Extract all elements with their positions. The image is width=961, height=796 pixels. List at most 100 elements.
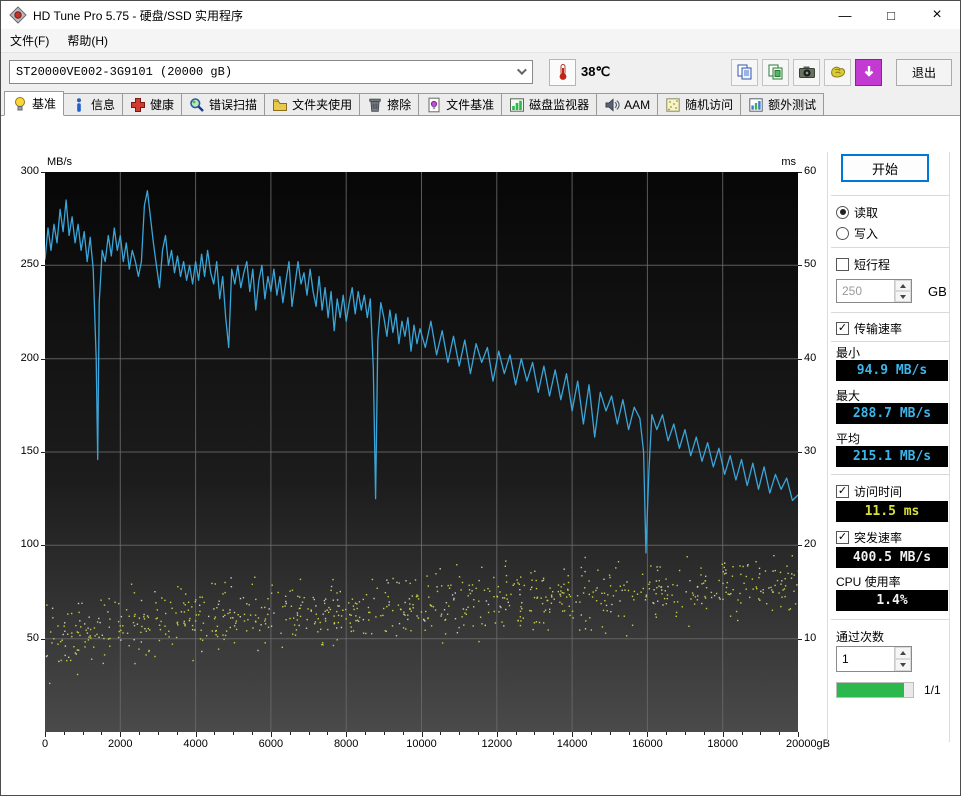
transfer-rate-checkbox[interactable]: ✓ 传输速率: [836, 319, 949, 337]
menu-file[interactable]: 文件(F): [1, 29, 58, 52]
copy-image-button[interactable]: [762, 58, 789, 86]
download-arrow-icon: [864, 66, 873, 77]
separator: [831, 619, 949, 620]
maximize-button[interactable]: □: [868, 1, 914, 29]
minimize-button[interactable]: —: [822, 1, 868, 29]
screenshot-button[interactable]: [793, 58, 820, 86]
axis-tick: [402, 732, 404, 735]
axis-tick: [515, 732, 517, 735]
max-value-display: 288.7 MB/s: [836, 403, 948, 424]
copy-image-icon: [768, 64, 782, 80]
pass-count-value: 1: [842, 652, 849, 666]
axis-tick: [41, 358, 45, 360]
tab-error-scan[interactable]: 错误扫描: [181, 93, 266, 115]
panel-divider: [827, 152, 828, 742]
axis-tick: [703, 732, 705, 735]
pass-count-input[interactable]: 1: [836, 646, 912, 672]
drive-selector[interactable]: ST20000VE002-3G9101 (20000 gB): [9, 60, 533, 84]
magnifier-icon: [190, 97, 204, 112]
close-button[interactable]: ×: [914, 1, 960, 29]
access-time-checkbox[interactable]: ✓ 访问时间: [836, 482, 949, 500]
spinner-arrows[interactable]: [894, 280, 911, 302]
start-button[interactable]: 开始: [841, 154, 929, 182]
tab-file-benchmark[interactable]: 文件基准: [418, 93, 503, 115]
cpu-usage-label: CPU 使用率: [836, 574, 901, 589]
axis-tick: [798, 265, 802, 267]
tab-erase[interactable]: 擦除: [359, 93, 420, 115]
axis-tick: [798, 732, 799, 737]
axis-tick: [609, 732, 611, 735]
right-axis-tick-label: 10: [804, 631, 817, 644]
menu-help[interactable]: 帮助(H): [58, 29, 117, 52]
left-axis-tick-label: 200: [20, 351, 39, 364]
spinner-arrows[interactable]: [894, 647, 911, 671]
axis-tick: [798, 638, 802, 640]
window-title: HD Tune Pro 5.75 - 硬盘/SSD 实用程序: [33, 8, 244, 23]
donate-button[interactable]: [824, 58, 851, 86]
read-radio-label: 读取: [854, 205, 879, 220]
arrow-down-icon: [900, 663, 906, 667]
tab-extra-tests[interactable]: 额外测试: [740, 93, 825, 115]
tab-disk-monitor[interactable]: 磁盘监视器: [501, 93, 598, 115]
right-axis-tick-label: 50: [804, 258, 817, 271]
progress-label: 1/1: [924, 683, 941, 697]
axis-tick: [233, 732, 235, 735]
write-radio-label: 写入: [854, 226, 879, 241]
checkbox-checked-icon: ✓: [836, 484, 849, 498]
tab-label: AAM: [624, 97, 651, 112]
tab-info[interactable]: 信息: [63, 93, 124, 115]
checkbox-checked-icon: ✓: [836, 321, 849, 335]
tab-random-access[interactable]: 随机访问: [657, 93, 742, 115]
pass-count-label: 通过次数: [836, 629, 885, 644]
write-radio[interactable]: 写入: [836, 224, 949, 242]
axis-tick: [82, 732, 84, 735]
left-axis-unit: MB/s: [47, 156, 73, 168]
axis-tick: [440, 732, 442, 735]
axis-tick: [590, 732, 592, 735]
tab-health[interactable]: 健康: [122, 93, 183, 115]
control-panel: 开始 读取 写入 短行程 250 GB ✓ 传输速率 最小 94.9 MB/s …: [831, 152, 949, 698]
axis-tick: [477, 732, 479, 735]
short-stroke-checkbox[interactable]: 短行程: [836, 255, 949, 273]
spin-up-button[interactable]: [895, 280, 911, 291]
tab-label: 文件夹使用: [292, 98, 353, 112]
tab-aam[interactable]: AAM: [596, 93, 659, 115]
tab-folder-usage[interactable]: 文件夹使用: [264, 93, 361, 115]
max-label: 最大: [836, 388, 861, 403]
axis-tick: [365, 732, 367, 735]
axis-tick: [308, 732, 310, 735]
short-stroke-size-input[interactable]: 250: [836, 279, 912, 303]
tab-label: 错误扫描: [209, 98, 258, 112]
file-benchmark-icon: [428, 97, 440, 112]
burst-rate-checkbox[interactable]: ✓ 突发速率: [836, 528, 949, 546]
tab-benchmark[interactable]: 基准: [4, 91, 65, 116]
left-axis-tick-label: 250: [20, 258, 39, 271]
spin-up-button[interactable]: [895, 647, 911, 659]
radio-unselected-icon: [836, 226, 849, 240]
exit-button[interactable]: 退出: [896, 58, 952, 86]
avg-value-display: 215.1 MB/s: [836, 446, 948, 467]
axis-tick: [383, 732, 385, 735]
copy-text-button[interactable]: [731, 58, 758, 86]
update-button[interactable]: [855, 58, 882, 86]
folder-icon: [273, 98, 288, 111]
x-axis-tick-label: 12000: [481, 738, 513, 750]
arrow-down-icon: [900, 294, 906, 299]
info-icon: [77, 97, 82, 112]
axis-tick: [327, 732, 329, 735]
left-axis-tick-label: 50: [26, 631, 39, 644]
spin-down-button[interactable]: [895, 659, 911, 671]
x-axis-tick-label: 14000: [556, 738, 588, 750]
spin-down-button[interactable]: [895, 291, 911, 302]
temperature-button[interactable]: [549, 58, 576, 86]
axis-tick: [270, 732, 272, 737]
chevron-down-icon: [516, 65, 527, 76]
short-stroke-size-row: 250 GB: [836, 279, 949, 303]
speaker-icon: [605, 97, 620, 112]
read-radio[interactable]: 读取: [836, 203, 949, 221]
thermometer-icon: [559, 64, 566, 80]
tab-label: 信息: [91, 98, 116, 112]
title-bar: HD Tune Pro 5.75 - 硬盘/SSD 实用程序 — □ ×: [1, 1, 960, 29]
axis-tick: [760, 732, 762, 735]
cpu-usage-display: 1.4%: [836, 590, 948, 611]
